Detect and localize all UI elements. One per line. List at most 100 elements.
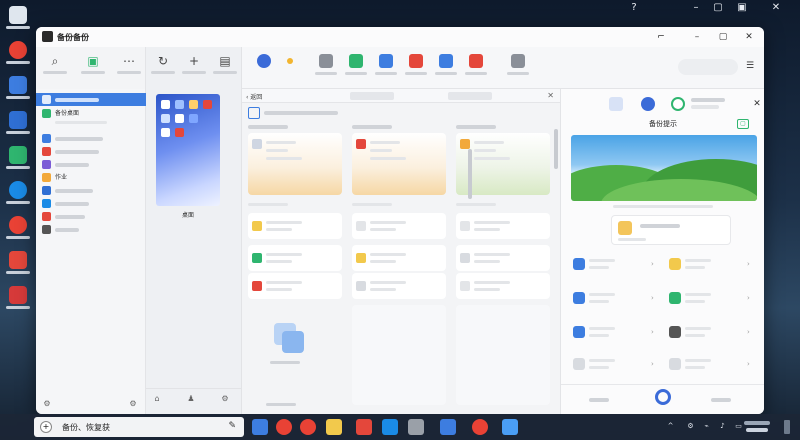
maximize-button[interactable]: ▢ xyxy=(713,30,733,44)
list-item[interactable] xyxy=(352,305,446,405)
gear-icon[interactable] xyxy=(655,389,671,405)
ribbon-button[interactable] xyxy=(312,52,340,84)
expand-icon[interactable]: ▢ xyxy=(737,119,749,129)
quick-action[interactable]: › xyxy=(665,351,761,381)
chrome-icon[interactable] xyxy=(276,419,292,435)
box-icon[interactable] xyxy=(408,419,424,435)
refresh-button[interactable]: ↻ xyxy=(148,51,178,85)
google-icon[interactable] xyxy=(671,97,685,111)
tab[interactable] xyxy=(448,92,492,100)
pen-icon[interactable]: ✎ xyxy=(228,421,236,431)
scrollbar[interactable] xyxy=(554,129,558,169)
list-item[interactable] xyxy=(352,245,446,271)
ribbon-button[interactable] xyxy=(432,52,460,84)
settings-icon[interactable]: ⚙ xyxy=(42,399,52,409)
quick-action[interactable]: › xyxy=(569,351,665,381)
quick-action[interactable]: › xyxy=(665,285,761,315)
gear-icon[interactable] xyxy=(641,97,655,111)
volume-icon[interactable]: ♪ xyxy=(718,422,727,431)
list-item[interactable] xyxy=(456,213,550,239)
close-icon[interactable]: ✕ xyxy=(547,91,554,100)
list-item[interactable] xyxy=(456,305,550,405)
ribbon-button[interactable] xyxy=(276,52,304,84)
desktop-shortcut[interactable] xyxy=(2,146,34,169)
desktop-shortcut[interactable] xyxy=(2,41,34,64)
quick-action[interactable]: › xyxy=(665,251,761,281)
hero-card[interactable] xyxy=(352,133,446,195)
ribbon-button[interactable] xyxy=(372,52,400,84)
list-item[interactable] xyxy=(456,273,550,299)
sidebar-item[interactable]: 备份桌面 xyxy=(36,107,146,131)
desktop-shortcut[interactable] xyxy=(2,76,34,99)
list-item[interactable] xyxy=(248,273,342,299)
taskbar-search-input[interactable]: + 备份、恢复获 ✎ xyxy=(34,417,244,437)
tip-card[interactable] xyxy=(611,215,731,245)
minimize-button[interactable]: – xyxy=(687,30,707,44)
desktop-shortcut[interactable] xyxy=(2,251,34,274)
desktop-shortcut[interactable] xyxy=(2,216,34,239)
close-icon[interactable]: ✕ xyxy=(747,97,764,111)
list-item[interactable] xyxy=(352,273,446,299)
network-icon[interactable]: ⌁ xyxy=(702,422,711,431)
footer-right-label[interactable] xyxy=(711,398,731,402)
tab[interactable] xyxy=(350,92,394,100)
footer-left-label[interactable] xyxy=(589,398,609,402)
more-button[interactable]: ⋯ xyxy=(112,51,146,85)
quick-action[interactable]: › xyxy=(569,319,665,349)
ribbon-button[interactable] xyxy=(462,52,490,84)
ribbon-menu-icon[interactable]: ☰ xyxy=(740,59,760,73)
sidebar-item[interactable]: 作业 xyxy=(36,171,146,184)
clipboard-button[interactable]: ▤ xyxy=(210,51,240,85)
show-desktop-button[interactable] xyxy=(784,420,790,434)
people-icon[interactable]: ♟ xyxy=(186,394,196,404)
help-icon[interactable]: ? xyxy=(628,2,640,14)
add-button[interactable]: + xyxy=(179,51,209,85)
widgets-icon[interactable] xyxy=(252,419,268,435)
pin-icon[interactable]: ⌐ xyxy=(651,30,671,44)
compass-icon[interactable] xyxy=(502,419,518,435)
quick-action[interactable]: › xyxy=(665,319,761,349)
list-item[interactable] xyxy=(248,213,342,239)
ribbon-search-input[interactable] xyxy=(678,59,738,75)
sidebar-item[interactable] xyxy=(36,132,146,145)
desktop-shortcut[interactable] xyxy=(2,286,34,309)
ribbon-button[interactable] xyxy=(342,52,370,84)
close-button[interactable]: ✕ xyxy=(739,30,759,44)
ribbon-button[interactable] xyxy=(250,52,278,84)
desktop-shortcut[interactable] xyxy=(2,6,34,29)
hero-card[interactable] xyxy=(248,133,342,195)
list-item[interactable] xyxy=(456,245,550,271)
home-icon[interactable]: ⌂ xyxy=(152,394,162,404)
store-icon[interactable] xyxy=(382,419,398,435)
close-icon[interactable]: ✕ xyxy=(770,2,782,14)
panel-footer-label[interactable] xyxy=(266,403,296,406)
sidebar-item[interactable] xyxy=(36,210,146,223)
chrome-icon[interactable] xyxy=(300,419,316,435)
tool-icon[interactable] xyxy=(440,419,456,435)
ribbon-button[interactable] xyxy=(402,52,430,84)
sidebar-item[interactable] xyxy=(36,158,146,171)
sidebar-item[interactable] xyxy=(36,223,146,236)
desktop-preview-image[interactable] xyxy=(156,94,220,206)
office-icon[interactable] xyxy=(356,419,372,435)
settings-icon[interactable]: ⚙ xyxy=(686,422,695,431)
sidebar-item-active[interactable] xyxy=(36,93,146,106)
minimize-icon[interactable]: – xyxy=(690,2,702,14)
notes-icon[interactable] xyxy=(326,419,342,435)
back-link[interactable]: ‹ 返回 xyxy=(246,92,262,101)
clock[interactable] xyxy=(740,418,774,432)
list-item[interactable] xyxy=(248,245,342,271)
chrome-icon[interactable] xyxy=(472,419,488,435)
chevron-up-icon[interactable]: ^ xyxy=(666,422,675,431)
list-item[interactable] xyxy=(352,213,446,239)
quick-action[interactable]: › xyxy=(569,251,665,281)
sidebar-item[interactable] xyxy=(36,197,146,210)
quick-action[interactable]: › xyxy=(569,285,665,315)
gear-icon[interactable]: ⚙ xyxy=(220,394,230,404)
gear-icon[interactable]: ⚙ xyxy=(128,399,138,409)
add-backup-button[interactable]: ▣ xyxy=(76,51,110,85)
sidebar-item[interactable] xyxy=(36,145,146,158)
restore-icon[interactable]: ▣ xyxy=(736,2,748,14)
restore-icon[interactable]: ▢ xyxy=(712,2,724,14)
calendar-icon[interactable] xyxy=(609,97,623,111)
